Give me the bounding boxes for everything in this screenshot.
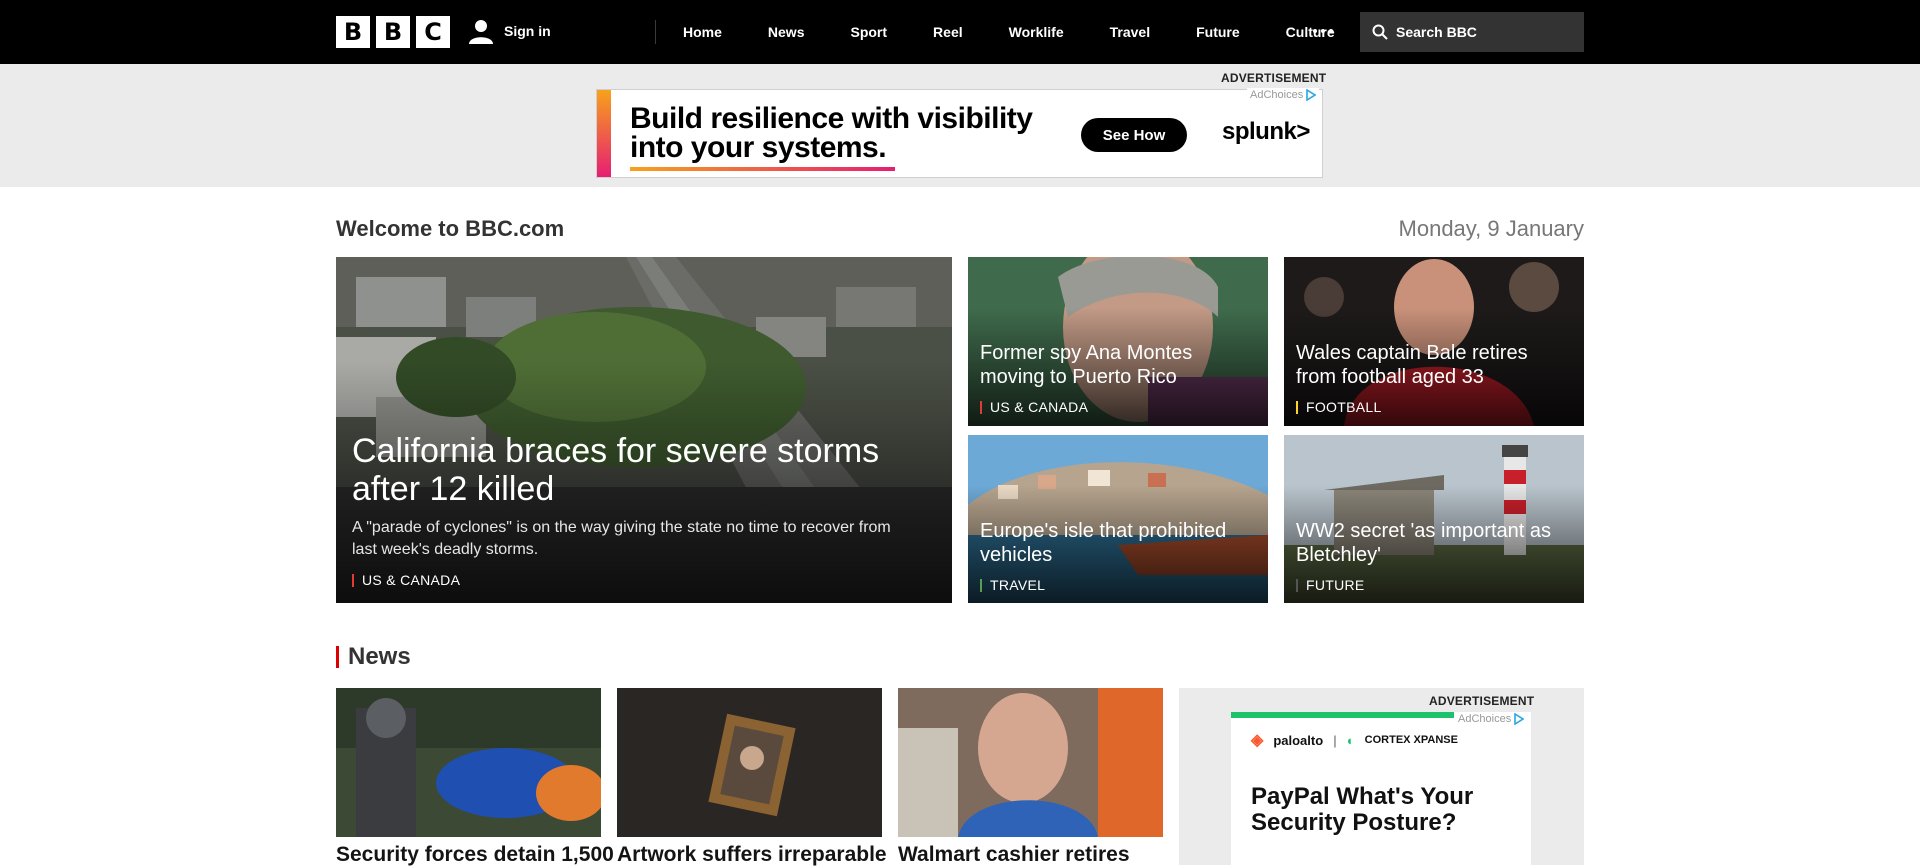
adchoices-label: AdChoices xyxy=(1458,713,1512,725)
section-accent-bar xyxy=(336,646,339,668)
side-ad-copy: PayPal What's Your Security Posture? xyxy=(1251,784,1473,836)
ad-progress-stripe xyxy=(1231,712,1454,718)
card-tag-label: FOOTBALL xyxy=(1306,399,1382,415)
nav-sport[interactable]: Sport xyxy=(827,24,910,40)
sign-in-label: Sign in xyxy=(504,23,551,39)
card-section-tag[interactable]: FUTURE xyxy=(1296,577,1365,593)
tag-marker xyxy=(1296,578,1298,592)
damaged-artwork-photo xyxy=(617,688,882,837)
nav-worklife[interactable]: Worklife xyxy=(986,24,1087,40)
nav-divider xyxy=(655,20,656,44)
security-forces-photo xyxy=(336,688,601,837)
ad-gradient-bar xyxy=(597,90,611,177)
tag-marker xyxy=(980,578,982,592)
card-headline[interactable]: Europe's isle that prohibited vehicles xyxy=(980,519,1256,567)
adchoices-icon xyxy=(1514,713,1525,725)
ad-label: ADVERTISEMENT xyxy=(1221,71,1327,85)
cortex-mark-icon: ◐ xyxy=(1346,732,1355,748)
adchoices-label: AdChoices xyxy=(1250,89,1304,101)
story-card[interactable]: Wales captain Bale retires from football… xyxy=(1284,257,1584,426)
tag-marker xyxy=(1296,400,1298,414)
nav-future[interactable]: Future xyxy=(1173,24,1263,40)
side-ad-copy-line1: PayPal What's Your xyxy=(1251,783,1474,810)
more-menu-icon[interactable] xyxy=(1313,29,1333,33)
nav-travel[interactable]: Travel xyxy=(1087,24,1173,40)
news-headline[interactable]: Artwork suffers irreparable xyxy=(617,843,887,867)
side-ad-banner[interactable]: ◈ paloalto | ◐ CORTEX XPANSE PayPal What… xyxy=(1231,712,1531,865)
nav-reel[interactable]: Reel xyxy=(910,24,986,40)
walmart-cashier-photo xyxy=(898,688,1163,837)
ad-brand-logos: ◈ paloalto | ◐ CORTEX XPANSE xyxy=(1251,730,1458,750)
main-nav: Home News Sport Reel Worklife Travel Fut… xyxy=(660,0,1358,64)
news-section-heading[interactable]: News xyxy=(336,643,411,671)
hero-headline[interactable]: California braces for severe storms afte… xyxy=(352,432,940,508)
news-thumbnail[interactable] xyxy=(617,688,882,837)
ad-headline-line2: into your systems. xyxy=(630,131,887,164)
adchoices-link[interactable]: AdChoices xyxy=(1247,88,1320,102)
adchoices-link[interactable]: AdChoices xyxy=(1455,712,1528,726)
adchoices-icon xyxy=(1306,89,1317,101)
search-icon xyxy=(1372,24,1388,40)
news-headline[interactable]: Security forces detain 1,500 xyxy=(336,843,614,867)
card-section-tag[interactable]: US & CANADA xyxy=(980,399,1088,415)
user-icon xyxy=(469,20,493,44)
ad-headline: Build resilience with visibility into yo… xyxy=(630,102,1033,164)
logo-separator: | xyxy=(1333,732,1337,748)
paloalto-mark-icon: ◈ xyxy=(1251,732,1264,749)
nav-news[interactable]: News xyxy=(745,24,828,40)
card-tag-label: FUTURE xyxy=(1306,577,1365,593)
paloalto-logo: paloalto xyxy=(1273,732,1324,748)
search-placeholder: Search BBC xyxy=(1396,24,1477,40)
ad-underline xyxy=(630,167,895,171)
search-box[interactable]: Search BBC xyxy=(1360,12,1584,52)
side-ad-copy-line2: Security Posture? xyxy=(1251,809,1457,836)
card-tag-label: US & CANADA xyxy=(990,399,1089,415)
card-section-tag[interactable]: FOOTBALL xyxy=(1296,399,1382,415)
cortex-xpanse-logo: CORTEX XPANSE xyxy=(1364,734,1458,746)
card-tag-label: TRAVEL xyxy=(990,577,1046,593)
current-date: Monday, 9 January xyxy=(1398,216,1584,241)
card-headline[interactable]: Former spy Ana Montes moving to Puerto R… xyxy=(980,341,1256,389)
tag-marker xyxy=(980,400,982,414)
see-how-button[interactable]: See How xyxy=(1081,118,1187,152)
news-thumbnail[interactable] xyxy=(898,688,1163,837)
top-ad-banner[interactable]: Build resilience with visibility into yo… xyxy=(596,89,1323,178)
logo-letter-b1: B xyxy=(336,16,370,48)
story-card[interactable]: Former spy Ana Montes moving to Puerto R… xyxy=(968,257,1268,426)
hero-summary: A "parade of cyclones" is on the way giv… xyxy=(352,519,891,558)
card-headline[interactable]: WW2 secret 'as important as Bletchley' xyxy=(1296,519,1572,567)
ad-headline-line1: Build resilience with visibility xyxy=(630,102,1033,135)
bbc-logo[interactable]: B B C xyxy=(336,16,450,48)
hero-tag-label: US & CANADA xyxy=(362,572,461,588)
news-thumbnail[interactable] xyxy=(336,688,601,837)
story-card[interactable]: Europe's isle that prohibited vehicles T… xyxy=(968,435,1268,603)
ad-label: ADVERTISEMENT xyxy=(1429,694,1535,708)
news-heading-label: News xyxy=(348,643,411,670)
hero-section-tag[interactable]: US & CANADA xyxy=(352,572,460,588)
card-headline[interactable]: Wales captain Bale retires from football… xyxy=(1296,341,1572,389)
sign-in-link[interactable]: Sign in xyxy=(468,18,551,44)
hero-story-card[interactable]: California braces for severe storms afte… xyxy=(336,257,952,603)
nav-culture[interactable]: Culture xyxy=(1263,24,1358,40)
tag-marker xyxy=(352,573,354,587)
top-navigation-bar: B B C Sign in Home News Sport Reel Workl… xyxy=(0,0,1920,64)
card-section-tag[interactable]: TRAVEL xyxy=(980,577,1045,593)
news-headline[interactable]: Walmart cashier retires xyxy=(898,843,1130,867)
logo-letter-b2: B xyxy=(376,16,410,48)
welcome-heading: Welcome to BBC.com xyxy=(336,216,565,241)
ad-brand-logo: splunk> xyxy=(1222,118,1310,145)
story-card[interactable]: WW2 secret 'as important as Bletchley' F… xyxy=(1284,435,1584,603)
logo-letter-c: C xyxy=(416,16,450,48)
nav-home[interactable]: Home xyxy=(660,24,745,40)
